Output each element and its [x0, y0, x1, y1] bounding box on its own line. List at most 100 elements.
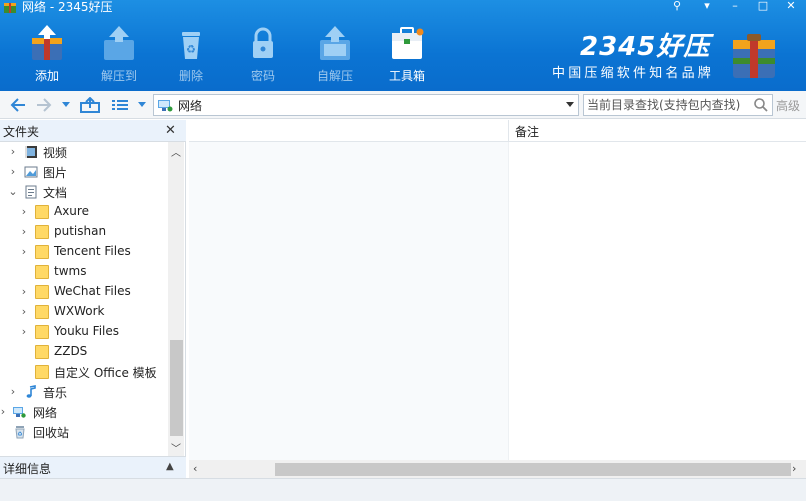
tree-item-label: 文档 — [43, 186, 68, 200]
chevron-right-icon[interactable]: › — [0, 405, 8, 419]
chevron-right-icon[interactable]: › — [8, 145, 18, 159]
tree-item-label: Tencent Files — [54, 244, 131, 258]
window-title: 网络 - 2345好压 — [22, 0, 113, 14]
document-icon — [25, 185, 37, 199]
file-list-column-area — [189, 142, 509, 460]
chevron-right-icon[interactable]: › — [19, 305, 29, 319]
tree-item-zzds[interactable]: ZZDS — [0, 342, 168, 362]
chevron-right-icon[interactable]: › — [19, 325, 29, 339]
collapse-up-icon[interactable]: ▲ — [166, 461, 174, 472]
network-icon — [13, 407, 26, 418]
recycle-delete-icon: ♻ — [182, 32, 200, 59]
close-button[interactable]: ✕ — [782, 0, 800, 14]
folder-icon — [35, 325, 49, 339]
tree-item-music[interactable]: › 音乐 — [0, 382, 168, 402]
file-list-header: 备注 — [189, 120, 806, 142]
status-bar — [0, 478, 806, 501]
self-extract-button[interactable]: 自解压 — [305, 20, 365, 88]
folder-icon — [35, 285, 49, 299]
self-extract-label: 自解压 — [316, 69, 353, 83]
tree-item-wxwork[interactable]: › WXWork — [0, 302, 168, 322]
view-mode-button[interactable] — [109, 95, 131, 115]
history-dropdown[interactable] — [60, 95, 72, 115]
folder-icon — [35, 345, 49, 359]
close-icon[interactable]: ✕ — [165, 123, 176, 138]
password-button[interactable]: 密码 — [233, 20, 293, 88]
address-field[interactable]: 网络 — [153, 94, 579, 116]
add-button[interactable]: 添加 — [17, 20, 77, 88]
tree-item-label: 图片 — [43, 166, 68, 180]
column-header-name[interactable] — [189, 120, 509, 142]
chevron-right-icon[interactable]: › — [19, 285, 29, 299]
tree-item-label: 音乐 — [43, 386, 68, 400]
tree-item-documents[interactable]: ⌄ 文档 — [0, 182, 168, 202]
up-folder-button[interactable] — [78, 95, 102, 115]
forward-arrow-icon — [37, 98, 52, 112]
delete-label: 删除 — [178, 69, 203, 83]
folder-icon — [35, 205, 49, 219]
advanced-search-link[interactable]: 高级 — [776, 97, 800, 114]
video-icon — [25, 146, 37, 158]
back-button[interactable] — [8, 95, 28, 115]
horizontal-scroll-thumb[interactable] — [275, 463, 791, 476]
search-field[interactable] — [583, 94, 773, 116]
chevron-left-icon[interactable]: ‹ — [193, 462, 197, 475]
search-input[interactable] — [587, 97, 752, 113]
search-icon[interactable] — [753, 97, 769, 113]
svg-text:♻: ♻ — [17, 431, 22, 438]
app-logo-icon — [4, 3, 16, 13]
extract-icon — [104, 26, 134, 60]
details-panel-header[interactable]: 详细信息 ▲ — [0, 456, 186, 478]
menu-icon[interactable]: ⚲ — [668, 0, 686, 14]
tree-item-axure[interactable]: › Axure — [0, 202, 168, 222]
svg-text:♻: ♻ — [186, 43, 196, 56]
tree-item-pictures[interactable]: › 图片 — [0, 162, 168, 182]
tree-item-label: 视频 — [43, 146, 68, 160]
chevron-right-icon[interactable]: › — [8, 165, 18, 179]
add-archive-icon — [32, 25, 62, 60]
skin-dropdown-icon[interactable]: ▾ — [698, 0, 716, 14]
tree-item-network[interactable]: › 网络 — [0, 402, 168, 422]
tree-scrollbar[interactable]: ︿ ﹀ — [168, 142, 184, 456]
tree-item-youku-files[interactable]: › Youku Files — [0, 322, 168, 342]
tree-item-recycle-bin[interactable]: ♻ 回收站 — [0, 422, 168, 442]
tree-item-office-templates[interactable]: 自定义 Office 模板 — [0, 362, 168, 382]
folder-panel-header: 文件夹 ✕ — [0, 120, 186, 142]
extract-button[interactable]: 解压到 — [89, 20, 149, 88]
chevron-right-icon[interactable]: › — [8, 385, 18, 399]
address-dropdown-icon[interactable] — [566, 102, 574, 107]
chevron-right-icon[interactable]: › — [19, 245, 29, 259]
minimize-button[interactable]: – — [726, 0, 744, 14]
chevron-up-icon[interactable]: ︿ — [171, 144, 181, 159]
chevron-down-icon[interactable]: ﹀ — [171, 440, 181, 455]
tree-item-label: Axure — [54, 204, 89, 218]
chevron-right-icon[interactable]: › — [792, 462, 796, 475]
title-bar[interactable]: 网络 - 2345好压 ⚲ ▾ – □ ✕ — [0, 0, 806, 16]
folder-icon — [35, 365, 49, 379]
recycle-bin-icon: ♻ — [15, 426, 25, 439]
tree-item-label: WXWork — [54, 304, 105, 318]
toolbox-button[interactable]: 工具箱 — [377, 20, 437, 88]
brand-logo-text: 2345好压 — [580, 32, 711, 62]
tree-item-video[interactable]: › 视频 — [0, 142, 168, 162]
tree-item-label: putishan — [54, 224, 107, 238]
maximize-button[interactable]: □ — [754, 0, 772, 14]
tree-item-putishan[interactable]: › putishan — [0, 222, 168, 242]
delete-button[interactable]: ♻ 删除 — [161, 20, 221, 88]
column-header-note[interactable]: 备注 — [515, 123, 539, 140]
tree-item-tencent-files[interactable]: › Tencent Files — [0, 242, 168, 262]
address-path: 网络 — [178, 99, 203, 113]
dropdown-arrow-icon — [138, 102, 146, 107]
view-mode-dropdown[interactable] — [136, 95, 148, 115]
tree-item-twms[interactable]: twms — [0, 262, 168, 282]
horizontal-scrollbar[interactable]: ‹ › — [189, 460, 806, 478]
toolbox-icon — [392, 27, 424, 59]
chevron-right-icon[interactable]: › — [19, 225, 29, 239]
chevron-right-icon[interactable]: › — [19, 205, 29, 219]
toolbox-label: 工具箱 — [388, 69, 425, 83]
tree-item-wechat-files[interactable]: › WeChat Files — [0, 282, 168, 302]
self-extract-icon — [320, 26, 350, 60]
tree-scroll-thumb[interactable] — [170, 340, 183, 436]
forward-button[interactable] — [34, 95, 54, 115]
chevron-down-icon[interactable]: ⌄ — [8, 185, 18, 199]
